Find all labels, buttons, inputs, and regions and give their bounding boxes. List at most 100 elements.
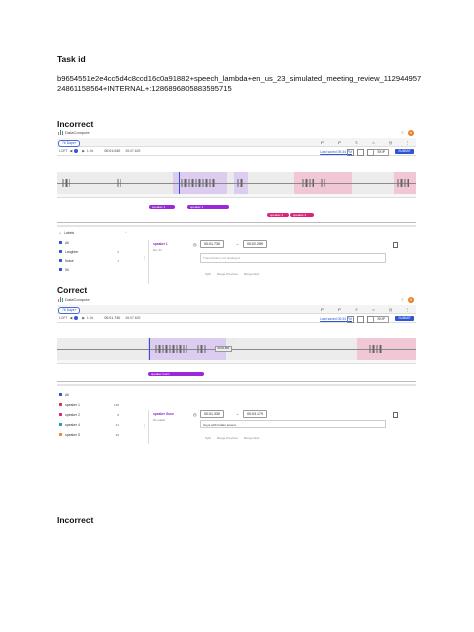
checkbox[interactable] <box>59 393 62 396</box>
avatar[interactable]: M <box>408 297 414 303</box>
checkbox[interactable] <box>59 241 62 244</box>
transcript-input[interactable]: Transcription not displayed <box>200 253 386 263</box>
clock-icon: ◷ <box>193 242 197 247</box>
datacompute-logo-icon <box>58 297 64 302</box>
card-sub-label: No Label <box>153 418 166 422</box>
speaker-chip[interactable]: speaker 1 <box>187 205 229 209</box>
menu-icon[interactable]: ≡ <box>354 307 359 312</box>
incorrect-heading-2: Incorrect <box>57 515 94 525</box>
days-pill[interactable]: 76 Days+ <box>58 306 81 314</box>
checkbox[interactable] <box>59 413 62 416</box>
forward-icon[interactable]: ▶ <box>82 316 85 320</box>
add-marker-icon[interactable]: + <box>232 172 236 175</box>
speaker-chip[interactable]: speaker 2 <box>267 213 289 217</box>
play-button[interactable] <box>74 149 79 153</box>
timeline-scrollbar[interactable] <box>57 225 416 227</box>
more-icon[interactable]: ⋮ <box>405 307 410 312</box>
list-item[interactable]: speaker 1 128 <box>57 401 133 408</box>
drag-handle-icon[interactable]: ⋮ <box>143 424 147 428</box>
speed-select[interactable]: 1.0x <box>87 149 93 153</box>
bell-icon[interactable]: ⌂ <box>371 140 376 145</box>
list-item[interactable]: speaker 4 41 <box>57 421 133 428</box>
current-time: 00:01.740 <box>104 316 121 320</box>
checkbox[interactable] <box>59 433 62 436</box>
checkbox[interactable] <box>59 250 62 253</box>
delete-icon[interactable] <box>393 242 398 248</box>
split-button[interactable]: Split <box>205 272 211 276</box>
rewind-icon[interactable]: ◀ <box>70 316 73 320</box>
forward-icon[interactable]: ▶ <box>82 149 85 153</box>
list-item[interactable]: Laughter 2 <box>57 248 133 255</box>
labels-header: ⌂ Labels ⌃ <box>59 230 127 235</box>
days-pill[interactable]: 76 Days+ <box>58 139 81 147</box>
playhead[interactable] <box>179 172 180 194</box>
settings-icon[interactable] <box>347 315 354 323</box>
list-item[interactable]: Noise 1 <box>57 257 133 264</box>
keyboard-icon[interactable] <box>357 315 364 323</box>
speaker-chip[interactable]: speaker 1 <box>149 205 175 209</box>
p-icon[interactable]: P <box>320 307 325 312</box>
merge-next-button[interactable]: Merge Next <box>244 436 260 440</box>
list-item[interactable]: speaker 5 39 <box>57 431 133 438</box>
delete-icon[interactable] <box>393 412 398 418</box>
transcript-input[interactable]: Guys with Indian accent. <box>200 420 386 428</box>
keyboard-icon[interactable] <box>357 148 364 156</box>
waveform[interactable]: + <box>57 172 416 194</box>
checkbox[interactable] <box>59 259 62 262</box>
total-time: 26:07.625 <box>125 149 141 153</box>
drag-handle-icon[interactable]: ⋮ <box>143 256 147 260</box>
merge-previous-button[interactable]: Merge Previous <box>217 272 238 276</box>
skip-button[interactable]: SKIP <box>373 148 389 156</box>
correct-heading: Correct <box>57 285 88 295</box>
time-ruler <box>57 360 416 364</box>
start-time-input[interactable]: 00:01.730 <box>200 240 224 248</box>
timeline-scrollbar[interactable] <box>57 384 416 386</box>
split-button[interactable]: Split <box>205 436 211 440</box>
brand-name: DataCompute <box>65 130 90 135</box>
merge-next-button[interactable]: Merge Next <box>244 272 260 276</box>
skip-button[interactable]: SKIP <box>373 315 389 323</box>
task-toolbar: 76 Days+ P P ≡ ⌂ ◷ ⋮ <box>57 138 416 147</box>
start-time-input[interactable]: 00:01.330 <box>200 410 224 418</box>
list-item[interactable]: Sil <box>57 266 133 273</box>
speed-select[interactable]: 1.0x <box>87 316 93 320</box>
playhead[interactable] <box>149 338 150 360</box>
tag-icon: ⌂ <box>59 230 62 235</box>
end-time-input[interactable]: 00:03.179 <box>243 410 267 418</box>
card-speaker-name[interactable]: speaker Gunz <box>153 412 174 416</box>
p-icon[interactable]: P <box>320 140 325 145</box>
chevron-up-icon[interactable]: ⌃ <box>124 231 127 235</box>
settings-icon[interactable] <box>347 148 354 156</box>
merge-previous-button[interactable]: Merge Previous <box>217 436 238 440</box>
list-item[interactable]: All <box>57 391 133 398</box>
waveform[interactable]: 00:01.360 + <box>57 338 416 360</box>
end-time-input[interactable]: 00:02.289 <box>243 240 267 248</box>
submit-button[interactable]: SUBMIT <box>395 315 414 321</box>
checkbox[interactable] <box>59 403 62 406</box>
card-speaker-name[interactable]: speaker 1 <box>153 242 168 246</box>
speaker-chip[interactable]: speaker 2 <box>290 213 314 217</box>
submit-button[interactable]: SUBMIT <box>395 148 414 154</box>
speaker-chip[interactable]: speaker Gunz <box>148 372 204 376</box>
more-icon[interactable]: ⋮ <box>405 140 410 145</box>
datacompute-logo-icon <box>58 130 64 135</box>
list-item[interactable]: All <box>57 239 133 246</box>
timer-icon[interactable]: ◷ <box>388 307 393 312</box>
add-marker-icon[interactable]: + <box>232 338 236 341</box>
checkbox[interactable] <box>59 268 62 271</box>
checkbox[interactable] <box>59 423 62 426</box>
play-button[interactable] <box>74 316 79 320</box>
apps-grid-icon[interactable] <box>400 298 404 302</box>
avatar[interactable]: M <box>408 130 414 136</box>
menu-icon[interactable]: ≡ <box>354 140 359 145</box>
p-badge-icon[interactable]: P <box>337 140 342 145</box>
apps-grid-icon[interactable] <box>400 131 404 135</box>
p-badge-icon[interactable]: P <box>337 307 342 312</box>
segment-card[interactable]: ⋮ speaker Gunz No Label ◷ 00:01.330 → 00… <box>143 410 404 444</box>
timer-icon[interactable]: ◷ <box>388 140 393 145</box>
segment-card[interactable]: ⋮ speaker 1 No: 21 ◷ 00:01.730 → 00:02.2… <box>143 240 404 284</box>
list-item[interactable]: speaker 2 8 <box>57 411 133 418</box>
rewind-icon[interactable]: ◀ <box>70 149 73 153</box>
bell-icon[interactable]: ⌂ <box>371 307 376 312</box>
card-sub-label: No: 21 <box>153 248 162 252</box>
